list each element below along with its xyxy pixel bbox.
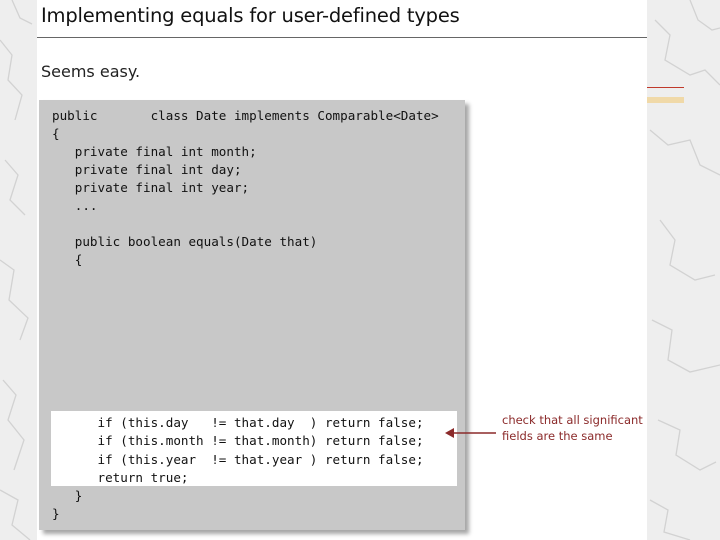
annotation-line-2: fields are the same (502, 429, 613, 443)
code-line-18: if (this.day != that.day ) return false; (52, 415, 424, 430)
code-line-6: ... (52, 198, 98, 213)
code-line-22: } (52, 488, 83, 503)
accent-line (647, 87, 684, 88)
code-line-3: private final int month; (52, 144, 257, 159)
annotation-line-1: check that all significant (502, 413, 643, 427)
left-arrow-icon (445, 428, 496, 438)
accent-bar (647, 97, 684, 103)
code-line-21: return true; (52, 470, 189, 485)
code-line-23: } (52, 506, 60, 521)
code-line-2: { (52, 126, 60, 141)
code-line-9: { (52, 252, 83, 267)
title-divider (37, 37, 647, 38)
code-line-8: public boolean equals(Date that) (52, 234, 318, 249)
slide-title: Implementing equals for user-defined typ… (41, 4, 460, 27)
code-line-5: private final int year; (52, 180, 250, 195)
code-line-19: if (this.month != that.month) return fal… (52, 433, 424, 448)
code-line-20: if (this.year != that.year ) return fals… (52, 452, 424, 467)
annotation-note: check that all significant fields are th… (502, 412, 643, 444)
code-line-1: public class Date implements Comparable<… (52, 108, 439, 123)
slide-subtitle: Seems easy. (41, 62, 141, 81)
code-line-4: private final int day; (52, 162, 242, 177)
